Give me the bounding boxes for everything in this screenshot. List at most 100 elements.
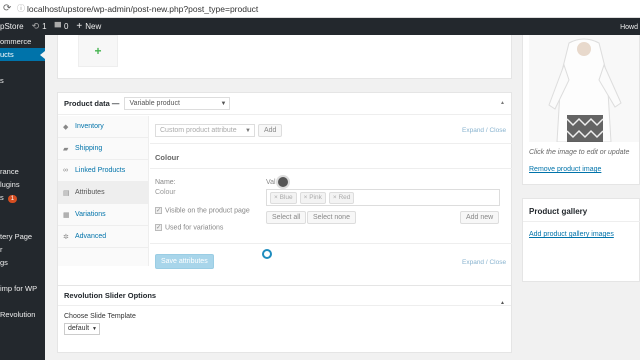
name-label: Name:	[155, 179, 176, 186]
tab-attributes[interactable]: ▤ Attributes	[58, 182, 148, 204]
add-attribute-button[interactable]: Add	[258, 124, 283, 137]
menu-item[interactable]	[0, 295, 45, 308]
add-image-button[interactable]: +	[78, 35, 118, 67]
expand-close-toggle-bottom[interactable]: Expand / Close	[462, 259, 506, 266]
menu-item[interactable]	[0, 204, 45, 217]
tab-shipping[interactable]: ▰ Shipping	[58, 138, 148, 160]
variations-checkbox[interactable]: ✓	[155, 224, 162, 231]
collapse-arrow-icon[interactable]: ▲	[500, 293, 505, 313]
menu-plugins[interactable]: lugins	[0, 178, 45, 191]
plus-icon: +	[76, 21, 83, 32]
product-photo	[529, 35, 639, 142]
used-for-variations-option[interactable]: ✓ Used for variations	[155, 224, 223, 231]
grid-icon: ▦	[63, 211, 70, 219]
tab-label: Advanced	[75, 233, 107, 240]
add-new-value-button[interactable]: Add new	[460, 211, 500, 224]
tab-label: Variations	[75, 211, 106, 218]
attribute-select-value: Custom product attribute	[160, 127, 237, 134]
value-tag-blue[interactable]: × Blue	[270, 191, 297, 204]
menu-users[interactable]: s1	[0, 191, 45, 204]
list-icon: ▤	[63, 189, 70, 197]
updates-link[interactable]: ⟲ 1	[32, 21, 47, 32]
product-image[interactable]	[529, 35, 639, 142]
product-data-header: Product data — Variable product ▼ ▲	[58, 93, 511, 115]
admin-sidebar: ommerce ucts s rance lugins s1 tery Page…	[0, 35, 45, 360]
menu-item[interactable]	[0, 152, 45, 165]
menu-item[interactable]: r	[0, 243, 45, 256]
revolution-slider-title: Revolution Slider Options	[64, 291, 157, 300]
menu-item[interactable]	[0, 113, 45, 126]
menu-users-label: s	[0, 193, 4, 202]
tab-inventory[interactable]: ◆ Inventory	[58, 116, 148, 138]
visible-label: Visible on the product page	[165, 207, 250, 215]
select-all-button[interactable]: Select all	[266, 211, 307, 224]
product-type-select[interactable]: Variable product ▼	[124, 97, 231, 110]
attribute-select[interactable]: Custom product attribute ▼	[155, 124, 255, 137]
divider	[150, 143, 512, 144]
add-gallery-images-link[interactable]: Add product gallery images	[529, 231, 614, 238]
screen-options-tab[interactable]: Screen R	[603, 6, 636, 15]
revolution-slider-header[interactable]: Revolution Slider Options ▲	[58, 286, 511, 306]
site-name-link[interactable]: pStore	[0, 22, 24, 31]
save-attributes-button[interactable]: Save attributes	[155, 254, 214, 269]
menu-item[interactable]	[0, 269, 45, 282]
expand-close-toggle[interactable]: Expand / Close	[462, 127, 506, 134]
menu-mailchimp[interactable]: imp for WP	[0, 282, 45, 295]
wp-admin-bar: pStore ⟲ 1 ▀ 0 + New Screen R Howd	[0, 6, 640, 35]
new-content-link[interactable]: + New	[76, 21, 101, 32]
howdy-user[interactable]: Howd	[620, 24, 638, 31]
slide-template-select[interactable]: default ▼	[64, 323, 100, 335]
main-content: + Click the image to edit or update Remo…	[45, 35, 640, 360]
attribute-heading[interactable]: Colour	[155, 153, 179, 162]
chevron-down-icon: ▼	[92, 326, 97, 332]
menu-item[interactable]	[0, 61, 45, 74]
select-none-button[interactable]: Select none	[307, 211, 356, 224]
visible-checkbox[interactable]: ✓	[155, 207, 162, 214]
product-type-value: Variable product	[129, 100, 180, 107]
product-data-panel: Product data — Variable product ▼ ▲ ◆ Inv…	[57, 92, 512, 307]
name-value: Colour	[155, 189, 176, 196]
url-field[interactable]: localhost/upstore/wp-admin/post-new.php?…	[27, 4, 258, 14]
plugins-badge: 1	[7, 195, 18, 203]
tab-label: Inventory	[75, 123, 104, 130]
divider	[150, 243, 512, 244]
comment-icon: ▀	[54, 21, 61, 32]
menu-settings[interactable]: gs	[0, 256, 45, 269]
comments-count: 0	[63, 22, 69, 31]
refresh-icon[interactable]: ⟳	[3, 3, 13, 14]
updates-icon: ⟲	[31, 21, 40, 31]
page-info-icon[interactable]: ⓘ	[17, 3, 25, 14]
choose-template-label: Choose Slide Template	[64, 313, 136, 320]
menu-item[interactable]	[0, 126, 45, 139]
tab-label: Attributes	[75, 189, 105, 196]
value-tag-pink[interactable]: × Pink	[299, 191, 326, 204]
tab-advanced[interactable]: ✲ Advanced	[58, 226, 148, 248]
menu-item[interactable]	[0, 87, 45, 100]
values-label: Val	[266, 179, 276, 186]
menu-products[interactable]: ucts	[0, 48, 45, 61]
menu-mystery-page[interactable]: tery Page	[0, 230, 45, 243]
value-tag-red[interactable]: × Red	[328, 191, 355, 204]
product-image-panel: Click the image to edit or update Remove…	[522, 35, 640, 185]
menu-item[interactable]: s	[0, 74, 45, 87]
remove-product-image-link[interactable]: Remove product image	[529, 166, 601, 173]
chevron-down-icon: ▼	[220, 101, 227, 107]
menu-slider-revolution[interactable]: Revolution	[0, 308, 45, 321]
chevron-down-icon: ▼	[245, 128, 251, 134]
tab-linked-products[interactable]: ∞ Linked Products	[58, 160, 148, 182]
new-label: New	[85, 22, 102, 31]
top-panel: +	[57, 35, 512, 79]
attribute-values-field[interactable]: × Blue × Pink × Red	[266, 189, 500, 206]
loading-spinner-icon	[262, 249, 272, 259]
menu-appearance[interactable]: rance	[0, 165, 45, 178]
menu-woocommerce[interactable]: ommerce	[0, 35, 45, 48]
visible-on-page-option[interactable]: ✓ Visible on the product page	[155, 207, 250, 214]
inventory-icon: ◆	[63, 123, 69, 131]
menu-item[interactable]	[0, 139, 45, 152]
comments-link[interactable]: ▀ 0	[55, 22, 69, 32]
menu-item[interactable]	[0, 100, 45, 113]
tab-variations[interactable]: ▦ Variations	[58, 204, 148, 226]
gear-icon: ✲	[63, 233, 69, 241]
collapse-arrow-icon[interactable]: ▲	[500, 100, 505, 106]
menu-item[interactable]	[0, 217, 45, 230]
